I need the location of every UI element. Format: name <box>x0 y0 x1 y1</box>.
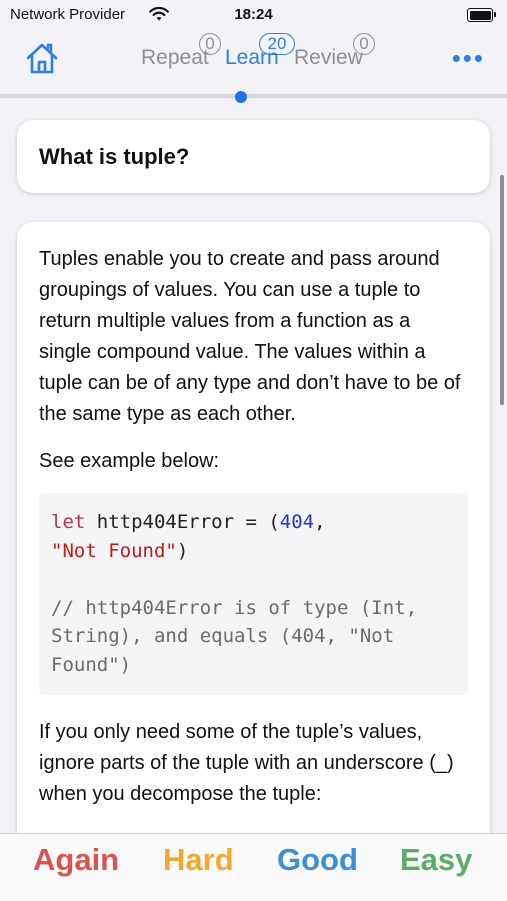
home-icon[interactable] <box>24 40 60 76</box>
review-count-badge: 0 <box>353 33 375 55</box>
code-block: let http404Error = (404, "Not Found") //… <box>39 493 468 695</box>
active-tab-indicator <box>235 91 247 103</box>
code-number: 404 <box>279 511 315 533</box>
battery-icon <box>467 8 496 22</box>
intro-paragraph: Tuples enable you to create and pass aro… <box>39 248 461 425</box>
repeat-count-badge: 0 <box>199 33 221 55</box>
status-bar: Network Provider 18:24 <box>0 0 507 32</box>
nav-bar: Repeat Learn Review 0 20 0 ••• <box>0 33 507 90</box>
learn-count-badge: 20 <box>259 33 295 55</box>
scrollbar[interactable] <box>500 175 504 405</box>
again-button[interactable]: Again <box>33 842 119 878</box>
code-declaration: http404Error = ( <box>85 511 280 533</box>
tab-review[interactable]: Review <box>294 46 363 70</box>
code-keyword: let <box>51 511 86 533</box>
progress-track <box>0 94 507 98</box>
more-icon[interactable]: ••• <box>452 45 485 71</box>
question-text: What is tuple? <box>39 144 190 169</box>
outro-paragraph: If you only need some of the tuple’s val… <box>39 721 454 805</box>
code-comma: , <box>314 511 326 533</box>
see-example-text: See example below: <box>39 450 220 472</box>
answer-card: Tuples enable you to create and pass aro… <box>17 222 490 862</box>
answer-bar: Again Hard Good Easy <box>0 833 507 901</box>
clock: 18:24 <box>234 6 273 23</box>
code-string: "Not Found" <box>51 539 177 562</box>
hard-button[interactable]: Hard <box>163 842 234 878</box>
code-close: ) <box>176 539 189 562</box>
good-button[interactable]: Good <box>277 842 358 878</box>
easy-button[interactable]: Easy <box>400 842 472 878</box>
question-card: What is tuple? <box>17 120 490 193</box>
code-comment: // http404Error is of type (Int, String)… <box>51 596 429 676</box>
tab-repeat[interactable]: Repeat <box>141 46 209 70</box>
